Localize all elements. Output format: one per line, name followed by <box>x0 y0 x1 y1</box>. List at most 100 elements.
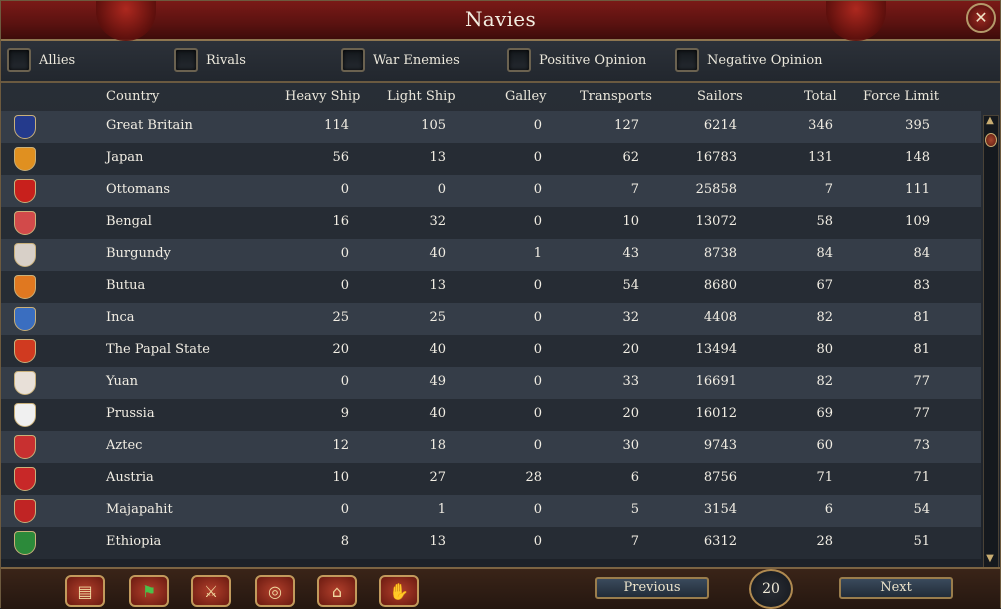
force-limit-cell: 71 <box>913 470 930 485</box>
country-flag-icon[interactable] <box>14 147 36 171</box>
total-cell: 67 <box>816 278 833 293</box>
sailors-cell: 9743 <box>703 438 737 453</box>
galley-cell: 0 <box>533 502 542 517</box>
positive-opinion-checkbox[interactable] <box>507 48 531 72</box>
table-row[interactable]: The Papal State 20 40 0 20 13494 80 81 <box>1 335 981 367</box>
sailors-cell: 16691 <box>695 374 737 389</box>
transports-cell: 7 <box>630 182 639 197</box>
total-cell: 82 <box>816 374 833 389</box>
table-row[interactable]: Great Britain 114 105 0 127 6214 346 395 <box>1 111 981 143</box>
heavy-ship-cell: 0 <box>340 374 349 389</box>
negative-opinion-checkbox[interactable] <box>675 48 699 72</box>
total-cell: 80 <box>816 342 833 357</box>
table-row[interactable]: Prussia 9 40 0 20 16012 69 77 <box>1 399 981 431</box>
filter-label: Positive Opinion <box>539 52 647 68</box>
next-button[interactable]: Next <box>839 577 953 599</box>
country-flag-icon[interactable] <box>14 371 36 395</box>
column-header-force-limit[interactable]: Force Limit <box>863 89 939 104</box>
table-row[interactable]: Inca 25 25 0 32 4408 82 81 <box>1 303 981 335</box>
column-header-sailors[interactable]: Sailors <box>697 89 743 104</box>
scroll-up-arrow-icon[interactable]: ▲ <box>983 115 997 129</box>
table-header: Country Heavy Ship Light Ship Galley Tra… <box>1 85 981 111</box>
heavy-ship-cell: 8 <box>340 534 349 549</box>
country-flag-icon[interactable] <box>14 243 36 267</box>
filter-label: War Enemies <box>373 52 460 68</box>
scroll-down-arrow-icon[interactable]: ▼ <box>983 553 997 567</box>
force-limit-cell: 395 <box>905 118 930 133</box>
column-header-transports[interactable]: Transports <box>580 89 652 104</box>
country-flag-icon[interactable] <box>14 307 36 331</box>
table-row[interactable]: Japan 56 13 0 62 16783 131 148 <box>1 143 981 175</box>
table-row[interactable]: Bengal 16 32 0 10 13072 58 109 <box>1 207 981 239</box>
table-row[interactable]: Ethiopia 8 13 0 7 6312 28 51 <box>1 527 981 559</box>
ledger-icon: ▤ <box>77 581 93 601</box>
force-limit-cell: 109 <box>905 214 930 229</box>
total-cell: 58 <box>816 214 833 229</box>
country-flag-icon[interactable] <box>14 403 36 427</box>
sailors-cell: 25858 <box>695 182 737 197</box>
force-limit-cell: 83 <box>913 278 930 293</box>
green-flag-button[interactable]: ⚑ <box>129 575 169 607</box>
light-ship-cell: 13 <box>429 278 446 293</box>
close-button[interactable]: ✕ <box>966 3 996 33</box>
country-flag-icon[interactable] <box>14 275 36 299</box>
force-limit-cell: 111 <box>905 182 930 197</box>
diplomacy-button[interactable]: ✋ <box>379 575 419 607</box>
scrollbar[interactable] <box>983 115 999 573</box>
military-button[interactable]: ⚔ <box>191 575 231 607</box>
table-row[interactable]: Majapahit 0 1 0 5 3154 6 54 <box>1 495 981 527</box>
filter-positive-opinion[interactable]: Positive Opinion <box>507 46 646 74</box>
sailors-cell: 13494 <box>695 342 737 357</box>
table-row[interactable]: Austria 10 27 28 6 8756 71 71 <box>1 463 981 495</box>
column-header-total[interactable]: Total <box>804 89 837 104</box>
country-flag-icon[interactable] <box>14 115 36 139</box>
filter-war-enemies[interactable]: War Enemies <box>341 46 460 74</box>
heavy-ship-cell: 0 <box>340 246 349 261</box>
sailors-cell: 8738 <box>703 246 737 261</box>
country-flag-icon[interactable] <box>14 435 36 459</box>
table-row[interactable]: Ottomans 0 0 0 7 25858 7 111 <box>1 175 981 207</box>
galley-cell: 0 <box>533 534 542 549</box>
column-header-light-ship[interactable]: Light Ship <box>387 89 456 104</box>
sailors-cell: 3154 <box>703 502 737 517</box>
table-row[interactable]: Burgundy 0 40 1 43 8738 84 84 <box>1 239 981 271</box>
heavy-ship-cell: 114 <box>324 118 349 133</box>
filter-allies[interactable]: Allies <box>7 46 75 74</box>
column-header-galley[interactable]: Galley <box>505 89 547 104</box>
table-row[interactable]: Butua 0 13 0 54 8680 67 83 <box>1 271 981 303</box>
table-row[interactable]: Aztec 12 18 0 30 9743 60 73 <box>1 431 981 463</box>
filter-negative-opinion[interactable]: Negative Opinion <box>675 46 823 74</box>
country-flag-icon[interactable] <box>14 467 36 491</box>
heavy-ship-cell: 10 <box>332 470 349 485</box>
economy-button[interactable]: ◎ <box>255 575 295 607</box>
country-flag-icon[interactable] <box>14 531 36 555</box>
sailors-cell: 8756 <box>703 470 737 485</box>
war-enemies-checkbox[interactable] <box>341 48 365 72</box>
light-ship-cell: 40 <box>429 342 446 357</box>
galley-cell: 0 <box>533 278 542 293</box>
country-flag-icon[interactable] <box>14 339 36 363</box>
column-header-heavy-ship[interactable]: Heavy Ship <box>285 89 360 104</box>
column-header-country[interactable]: Country <box>106 89 159 104</box>
transports-cell: 6 <box>630 470 639 485</box>
filter-rivals[interactable]: Rivals <box>174 46 246 74</box>
transports-cell: 62 <box>622 150 639 165</box>
country-cell: Prussia <box>106 406 155 421</box>
rivals-checkbox[interactable] <box>174 48 198 72</box>
galley-cell: 28 <box>525 470 542 485</box>
country-flag-icon[interactable] <box>14 499 36 523</box>
galley-cell: 0 <box>533 150 542 165</box>
ledger-button[interactable]: ▤ <box>65 575 105 607</box>
total-cell: 346 <box>808 118 833 133</box>
country-flag-icon[interactable] <box>14 211 36 235</box>
allies-checkbox[interactable] <box>7 48 31 72</box>
previous-button[interactable]: Previous <box>595 577 709 599</box>
country-flag-icon[interactable] <box>14 179 36 203</box>
light-ship-cell: 40 <box>429 246 446 261</box>
buildings-button[interactable]: ⌂ <box>317 575 357 607</box>
sailors-cell: 16783 <box>695 150 737 165</box>
sailors-cell: 4408 <box>703 310 737 325</box>
table-row[interactable]: Yuan 0 49 0 33 16691 82 77 <box>1 367 981 399</box>
scroll-thumb[interactable] <box>985 133 997 147</box>
bottom-bar: ▤ ⚑ ⚔ ◎ ⌂ ✋ Previous 20 Next <box>1 567 1000 609</box>
